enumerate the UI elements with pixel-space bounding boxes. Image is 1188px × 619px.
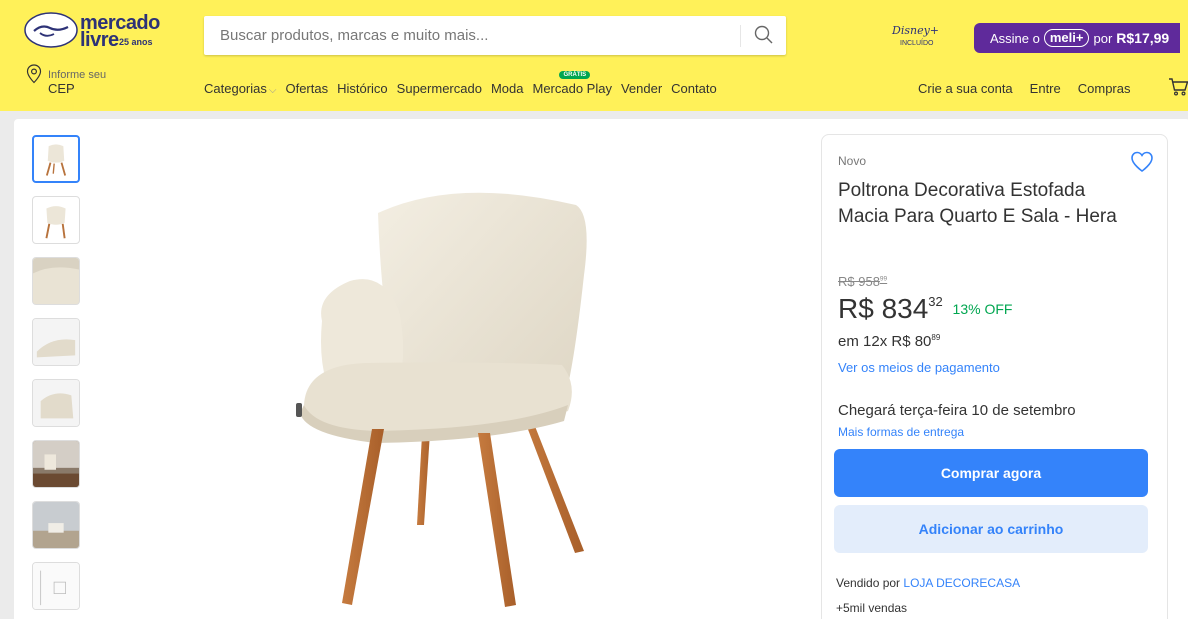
logo-anniversary-badge: 25 anos [119, 37, 153, 47]
thumbnail-room-1[interactable] [32, 440, 80, 488]
nav-historico[interactable]: Histórico [337, 81, 388, 97]
nav-supermercado[interactable]: Supermercado [397, 81, 482, 97]
room-thumbnail-image [33, 502, 79, 548]
account-nav: Crie a sua conta Entre Compras [918, 81, 1148, 96]
logo-text-livre: livre [80, 29, 119, 51]
nav-categorias-label: Categorias [204, 81, 267, 96]
chair-thumbnail-image [33, 380, 79, 426]
add-to-cart-button[interactable]: Adicionar ao carrinho [834, 505, 1148, 553]
buy-now-button[interactable]: Comprar agora [834, 449, 1148, 497]
disney-included-label: INCLUÍDO [900, 40, 934, 47]
room-thumbnail-image [33, 441, 79, 487]
delivery-estimate: Chegará terça-feira 10 de setembro [838, 402, 1076, 419]
meli-banner-price: R$17,99 [1116, 30, 1170, 46]
main-nav: Categorias ⌵ Ofertas Histórico Supermerca… [204, 71, 726, 97]
cep-location-button[interactable]: Informe seu CEP [26, 64, 146, 96]
thumbnail-room-2[interactable] [32, 501, 80, 549]
meli-plus-subscribe-banner[interactable]: Assine o meli+ por R$17,99 [974, 23, 1180, 53]
original-price-int: R$ 958 [838, 274, 880, 289]
heart-icon[interactable] [1130, 151, 1154, 173]
mercado-livre-logo[interactable]: mercado livre 25 anos [24, 12, 164, 52]
delivery-options-link[interactable]: Mais formas de entrega [838, 425, 964, 439]
seller-prefix: Vendido por [836, 576, 901, 590]
condition-label: Novo [838, 154, 867, 168]
discount-badge: 13% OFF [952, 301, 1013, 317]
site-header: mercado livre 25 anos Disney+ INCLUÍDO A… [0, 0, 1188, 111]
product-main-image[interactable] [276, 185, 596, 615]
seller-name-link[interactable]: LOJA DECORECASA [903, 576, 1020, 590]
meli-plus-pill: meli+ [1043, 29, 1090, 47]
search-input[interactable] [204, 16, 734, 55]
nav-categorias[interactable]: Categorias ⌵ [204, 81, 276, 97]
current-price: R$ 83432 13% OFF [838, 293, 1012, 325]
nav-mercado-play-label: Mercado Play [532, 81, 612, 96]
chevron-down-icon: ⌵ [268, 85, 277, 96]
chair-thumbnail-image [45, 206, 66, 239]
disney-plus-logo: Disney+ [892, 24, 940, 37]
thumbnail-chair-front[interactable] [32, 135, 80, 183]
cep-value: CEP [48, 81, 75, 96]
chair-thumbnail-image [45, 144, 67, 176]
product-page: Novo Poltrona Decorativa Estofada Macia … [14, 119, 1188, 619]
search-divider [740, 25, 741, 47]
installments-cents: 89 [931, 333, 941, 342]
cart-icon[interactable] [1168, 76, 1188, 98]
nav-mercado-play[interactable]: GRÁTIS Mercado Play [532, 71, 612, 97]
dimensions-thumbnail-image [33, 563, 79, 609]
original-price-cents: 99 [879, 275, 888, 283]
location-pin-icon [26, 64, 42, 84]
gratis-badge: GRÁTIS [559, 71, 591, 79]
payment-methods-link[interactable]: Ver os meios de pagamento [838, 360, 1000, 375]
chair-thumbnail-image [33, 319, 79, 365]
product-title: Poltrona Decorativa Estofada Macia Para … [838, 180, 1117, 227]
thumbnail-chair-detail-2[interactable] [32, 318, 80, 366]
sales-count: +5mil vendas [836, 601, 908, 615]
nav-contato[interactable]: Contato [671, 81, 717, 97]
search-icon[interactable] [753, 24, 775, 46]
installments: em 12x R$ 8089 [838, 333, 940, 350]
thumbnail-chair-side[interactable] [32, 196, 80, 244]
cep-label: Informe seu [48, 69, 107, 81]
chair-thumbnail-image [33, 258, 79, 304]
current-price-cents: 32 [928, 293, 943, 309]
meli-banner-suffix: por [1093, 30, 1113, 46]
thumbnail-chair-detail-1[interactable] [32, 257, 80, 305]
seller-info: Vendido por LOJA DECORECASA [836, 576, 1020, 590]
disney-plus-badge[interactable]: Disney+ INCLUÍDO [886, 24, 954, 56]
thumbnail-chair-detail-3[interactable] [32, 379, 80, 427]
buy-box: Novo Poltrona Decorativa Estofada Macia … [821, 134, 1168, 619]
installments-amount: em 12x R$ 80 [838, 333, 932, 350]
nav-ofertas[interactable]: Ofertas [285, 81, 328, 97]
meli-banner-prefix: Assine o [990, 30, 1040, 46]
handshake-logo-icon [24, 12, 78, 48]
nav-purchases[interactable]: Compras [1078, 81, 1131, 96]
search-bar [204, 16, 786, 55]
nav-moda[interactable]: Moda [491, 81, 524, 97]
nav-login[interactable]: Entre [1030, 81, 1061, 96]
current-price-int: R$ 834 [838, 293, 929, 324]
nav-create-account[interactable]: Crie a sua conta [918, 81, 1013, 96]
original-price: R$ 95899 [838, 274, 887, 289]
nav-vender[interactable]: Vender [621, 81, 662, 97]
thumbnail-dimensions[interactable] [32, 562, 80, 610]
